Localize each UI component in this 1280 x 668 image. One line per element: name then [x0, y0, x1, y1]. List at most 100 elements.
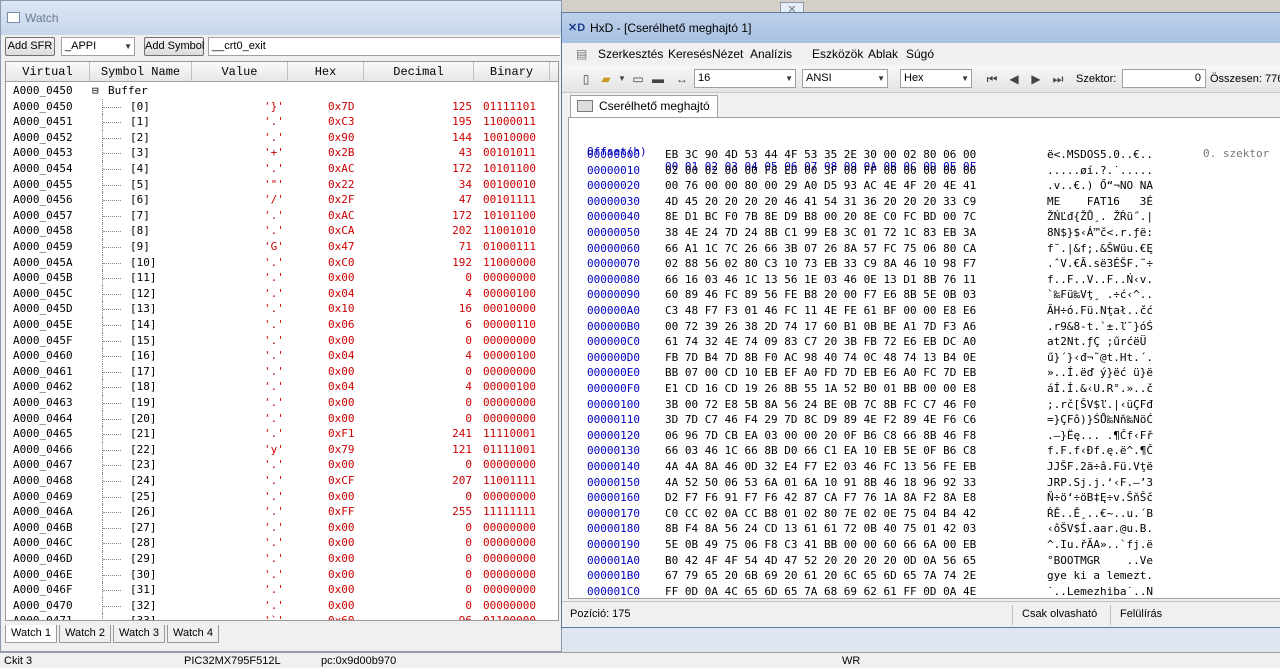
watch-row[interactable]: A000_0463 [19] '.' 0x00 0 00000000 — [6, 395, 558, 411]
col-decimal[interactable]: Decimal — [364, 62, 474, 82]
watch-row[interactable]: A000_0454 [4] '.' 0xAC 172 10101100 — [6, 161, 558, 177]
watch-row[interactable]: A000_0464 [20] '.' 0x00 0 00000000 — [6, 410, 558, 427]
next-sector-icon[interactable]: ▶ — [1028, 71, 1044, 87]
watch-row[interactable]: A000_045F [15] '.' 0x00 0 00000000 — [6, 332, 558, 349]
hex-row[interactable]: 00000180 8B F4 8A 56 24 CD 13 61 61 72 0B… — [569, 521, 1280, 537]
sfr-select[interactable]: _APPI ▼ — [61, 37, 135, 56]
tree-root-row[interactable]: A000_0450 ⊟ Buffer — [6, 83, 558, 99]
watch-row[interactable]: A000_0468 [24] '.' 0xCF 207 11001111 — [6, 473, 558, 489]
watch-row[interactable]: A000_0459 [9] 'G' 0x47 71 01000111 — [6, 239, 558, 255]
hex-row[interactable]: 000000A0 C3 48 F7 F3 01 46 FC 11 4E FE 61… — [569, 303, 1280, 319]
watch-row[interactable]: A000_046F [31] '.' 0x00 0 00000000 — [6, 582, 558, 598]
new-file-icon[interactable]: ▯ — [578, 71, 594, 87]
watch-row[interactable]: A000_046A [26] '.' 0xFF 255 11111111 — [6, 504, 558, 520]
hex-row[interactable]: 00000150 4A 52 50 06 53 6A 01 6A 10 91 8B… — [569, 475, 1280, 491]
watch-row[interactable]: A000_0455 [5] '"' 0x22 34 00100010 — [6, 176, 558, 193]
watch-row[interactable]: A000_0452 [2] '.' 0x90 144 10010000 — [6, 129, 558, 146]
hex-row[interactable]: 00000020 00 76 00 00 80 00 29 A0 D5 93 AC… — [569, 178, 1280, 194]
watch-row[interactable]: A000_046C [28] '.' 0x00 0 00000000 — [6, 535, 558, 551]
tab-removable-drive[interactable]: Cserélhető meghajtó 1 — [570, 95, 718, 133]
watch-row[interactable]: A000_045B [11] '.' 0x00 0 00000000 — [6, 270, 558, 286]
tree-collapse-icon[interactable]: ⊟ — [92, 83, 99, 99]
tab-watch-1[interactable]: Watch 1 — [5, 625, 57, 643]
tab-watch-4[interactable]: Watch 4 — [167, 625, 219, 643]
prev-sector-icon[interactable]: ◀ — [1006, 71, 1022, 87]
watch-row[interactable]: A000_0456 [6] '/' 0x2F 47 00101111 — [6, 192, 558, 208]
hex-row[interactable]: 00000140 4A 4A 8A 46 0D 32 E4 F7 E2 03 46… — [569, 459, 1280, 475]
hex-row[interactable]: 00000040 8E D1 BC F0 7B 8E D9 B8 00 20 8E… — [569, 209, 1280, 225]
hex-row[interactable]: 00000160 D2 F7 F6 91 F7 F6 42 87 CA F7 76… — [569, 490, 1280, 506]
hex-view[interactable]: Offset(h) 00 01 02 03 04 05 06 07 08 09 … — [568, 117, 1280, 599]
hex-row[interactable]: 00000070 02 88 56 02 80 C3 10 73 EB 33 C9… — [569, 256, 1280, 272]
menu-eszkozok[interactable]: Eszközök — [812, 47, 863, 61]
watch-row[interactable]: A000_0465 [21] '.' 0xF1 241 11110001 — [6, 426, 558, 442]
watch-row[interactable]: A000_0461 [17] '.' 0x00 0 00000000 — [6, 363, 558, 380]
menu-szerkesztes[interactable]: Szerkesztés — [598, 47, 663, 61]
hex-row[interactable]: 00000190 5E 0B 49 75 06 F8 C3 41 BB 00 00… — [569, 537, 1280, 553]
last-sector-icon[interactable]: ⏭ — [1050, 71, 1066, 87]
hex-row[interactable]: 00000100 3B 00 72 E8 5B 8A 56 24 BE 0B 7C… — [569, 397, 1280, 413]
watch-titlebar[interactable]: Watch — [1, 1, 561, 35]
watch-row[interactable]: A000_0458 [8] '.' 0xCA 202 11001010 — [6, 223, 558, 239]
watch-row[interactable]: A000_0462 [18] '.' 0x04 4 00000100 — [6, 379, 558, 395]
menu-kereses[interactable]: Keresés — [668, 47, 712, 61]
hex-row[interactable]: 000001C0 FF 0D 0A 4C 65 6D 65 7A 68 69 62… — [569, 584, 1280, 598]
offset-base-select[interactable]: Hex ▼ — [900, 69, 972, 88]
charset-select[interactable]: ANSI ▼ — [802, 69, 888, 88]
hex-row[interactable]: 00000080 66 16 03 46 1C 13 56 1E 03 46 0E… — [569, 272, 1280, 288]
menu-nezet[interactable]: Nézet — [712, 47, 743, 61]
menu-ablak[interactable]: Ablak — [868, 47, 898, 61]
menu-file-icon[interactable]: ▤ — [576, 47, 587, 61]
hex-row[interactable]: 000000D0 FB 7D B4 7D 8B F0 AC 98 40 74 0C… — [569, 350, 1280, 366]
tab-watch-2[interactable]: Watch 2 — [59, 625, 111, 643]
hex-row[interactable]: 00000050 38 4E 24 7D 24 8B C1 99 E8 3C 01… — [569, 225, 1280, 241]
watch-row[interactable]: A000_046B [27] '.' 0x00 0 00000000 — [6, 519, 558, 536]
hxd-titlebar[interactable]: ✕D HxD - [Cserélhető meghajtó 1] — [562, 13, 1280, 43]
hex-row[interactable]: 00000130 66 03 46 1C 66 8B D0 66 C1 EA 10… — [569, 443, 1280, 459]
watch-row[interactable]: A000_045A [10] '.' 0xC0 192 11000000 — [6, 254, 558, 271]
watch-row[interactable]: A000_0450 [0] '}' 0x7D 125 01111101 — [6, 98, 558, 115]
watch-row[interactable]: A000_0457 [7] '.' 0xAC 172 10101100 — [6, 207, 558, 224]
hex-row[interactable]: 000000E0 BB 07 00 CD 10 EB EF A0 FD 7D EB… — [569, 365, 1280, 381]
watch-row[interactable]: A000_046D [29] '.' 0x00 0 00000000 — [6, 551, 558, 567]
tab-watch-3[interactable]: Watch 3 — [113, 625, 165, 643]
hex-row[interactable]: 00000030 4D 45 20 20 20 20 46 41 54 31 36… — [569, 194, 1280, 210]
sector-input[interactable]: 0 — [1122, 69, 1206, 88]
open-folder-icon[interactable]: ▰ — [598, 71, 614, 87]
hex-row[interactable]: 000000B0 00 72 39 26 38 2D 74 17 60 B1 0B… — [569, 319, 1280, 335]
hex-row[interactable]: 00000120 06 96 7D CB EA 03 00 00 20 0F B6… — [569, 428, 1280, 444]
first-sector-icon[interactable]: ⏮ — [984, 71, 1000, 87]
watch-row[interactable]: A000_0469 [25] '.' 0x00 0 00000000 — [6, 488, 558, 505]
bytes-per-row-select[interactable]: 16 ▼ — [694, 69, 796, 88]
watch-row[interactable]: A000_0460 [16] '.' 0x04 4 00000100 — [6, 348, 558, 364]
col-binary[interactable]: Binary — [474, 62, 550, 82]
watch-row[interactable]: A000_045D [13] '.' 0x10 16 00010000 — [6, 301, 558, 317]
col-symbol-name[interactable]: Symbol Name — [90, 62, 192, 82]
save-icon[interactable]: ▭ — [630, 71, 646, 87]
hex-row[interactable]: 000000F0 E1 CD 16 CD 19 26 8B 55 1A 52 B0… — [569, 381, 1280, 397]
col-hex[interactable]: Hex — [288, 62, 364, 82]
symbol-select[interactable]: __crt0_exit — [208, 37, 560, 56]
watch-row[interactable]: A000_0467 [23] '.' 0x00 0 00000000 — [6, 457, 558, 473]
col-value[interactable]: Value — [192, 62, 288, 82]
watch-row[interactable]: A000_046E [30] '.' 0x00 0 00000000 — [6, 566, 558, 583]
watch-row[interactable]: A000_0453 [3] '+' 0x2B 43 00101011 — [6, 145, 558, 161]
watch-row[interactable]: A000_045C [12] '.' 0x04 4 00000100 — [6, 285, 558, 302]
add-sfr-button[interactable]: Add SFR — [5, 37, 55, 56]
add-symbol-button[interactable]: Add Symbol — [144, 37, 204, 56]
col-virtual[interactable]: Virtual — [6, 62, 90, 82]
hex-row[interactable]: 00000010 02 00 02 00 00 F8 ED 00 3F 00 FF… — [569, 163, 1280, 179]
watch-row[interactable]: A000_0470 [32] '.' 0x00 0 00000000 — [6, 597, 558, 614]
watch-row[interactable]: A000_0451 [1] '.' 0xC3 195 11000011 — [6, 114, 558, 130]
hex-row[interactable]: 00000000 EB 3C 90 4D 53 44 4F 53 35 2E 30… — [569, 147, 1280, 163]
hex-row[interactable]: 00000060 66 A1 1C 7C 26 66 3B 07 26 8A 57… — [569, 241, 1280, 257]
menu-analizis[interactable]: Analízis — [750, 47, 792, 61]
hex-row[interactable]: 000001B0 67 79 65 20 6B 69 20 61 20 6C 65… — [569, 568, 1280, 584]
save-all-icon[interactable]: ▬ — [650, 71, 666, 87]
hex-row[interactable]: 00000110 3D 7D C7 46 F4 29 7D 8C D9 89 4E… — [569, 412, 1280, 428]
watch-row[interactable]: A000_0466 [22] 'y' 0x79 121 01111001 — [6, 441, 558, 458]
hex-row[interactable]: 00000170 C0 CC 02 0A CC B8 01 02 80 7E 02… — [569, 506, 1280, 522]
watch-row[interactable]: A000_045E [14] '.' 0x06 6 00000110 — [6, 317, 558, 333]
menu-sugo[interactable]: Súgó — [906, 47, 934, 61]
hex-row[interactable]: 000001A0 B0 42 4F 4F 54 4D 47 52 20 20 20… — [569, 553, 1280, 569]
